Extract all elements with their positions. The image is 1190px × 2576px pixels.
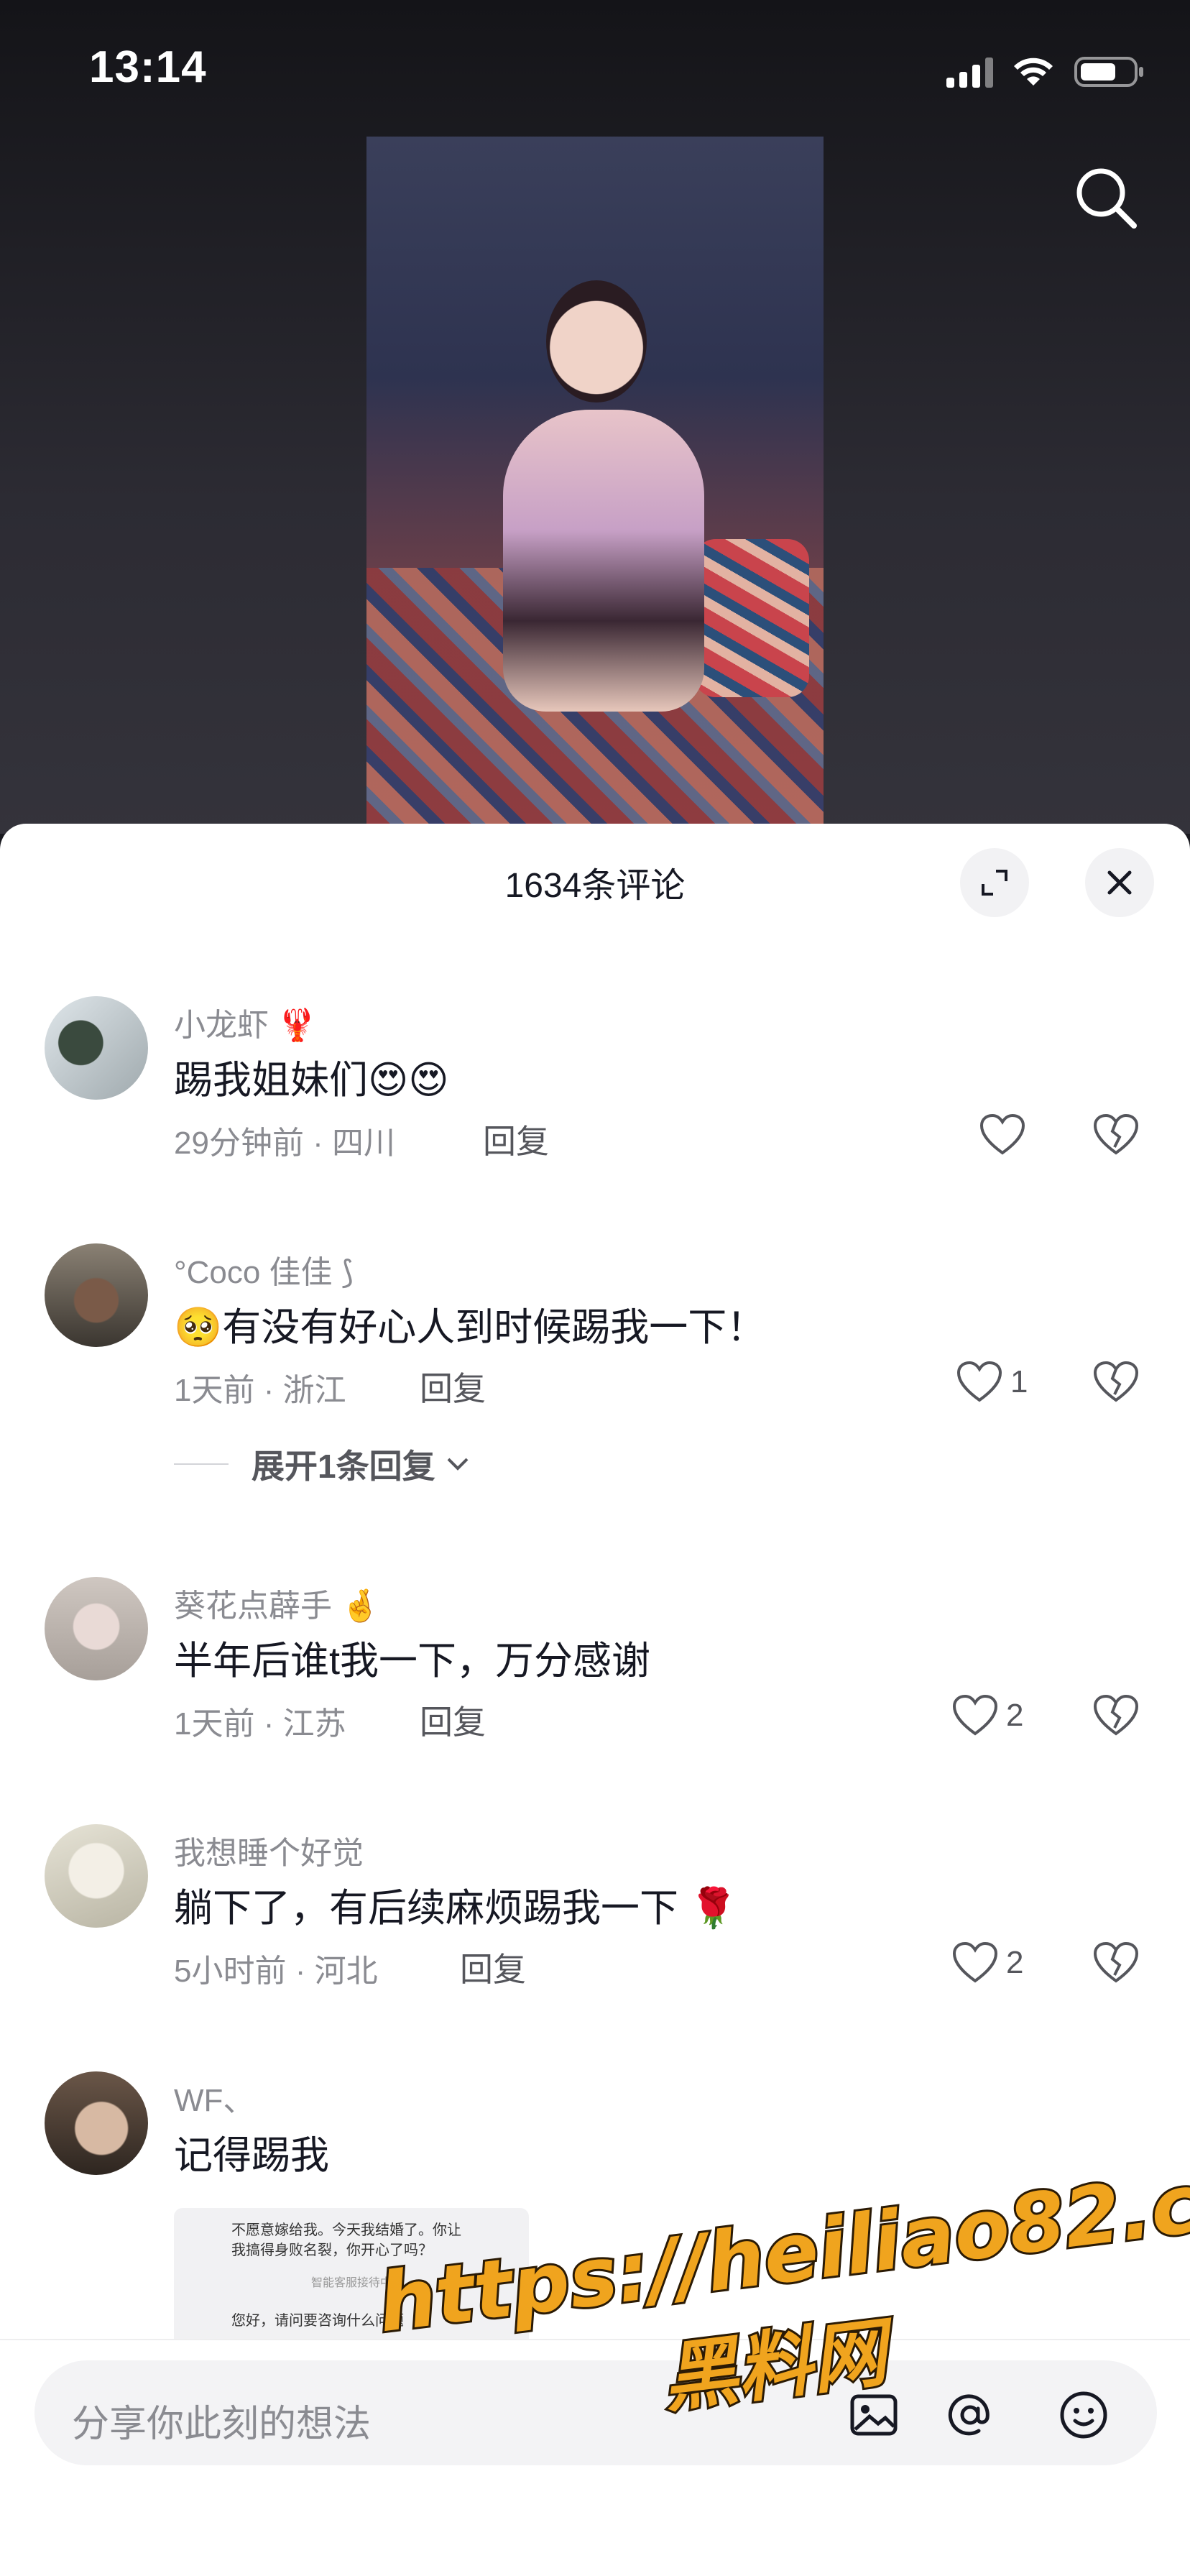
battery-icon [1074,55,1145,89]
person-head [546,280,647,402]
comment-text: 躺下了，有后续麻烦踢我一下 🌹 [174,1887,738,1930]
like-button[interactable] [979,1113,1026,1157]
pillow [694,539,809,697]
video-thumbnail[interactable] [366,137,824,827]
close-icon [1107,870,1132,895]
emoji-button[interactable] [1055,2386,1112,2444]
comment-author[interactable]: 葵花点薜手 🤞 [174,1580,380,1626]
comment-input-bar: 分享你此刻的想法 [0,2339,1190,2576]
status-bar: 13:14 [0,0,1190,144]
reply-button[interactable]: 回复 [420,1363,486,1410]
expand-button[interactable] [960,848,1029,917]
comment-text: 记得踢我 [174,2134,329,2177]
crossed-fingers-emoji-icon: 🤞 [341,1588,381,1624]
broken-heart-icon [1093,1113,1139,1155]
comment-meta: 1天前 · 江苏 [174,1706,346,1742]
attachment-text: 我搞得身败名裂，你开心了吗？ [231,2242,433,2258]
dislike-button[interactable] [1092,1941,1144,1992]
mention-button[interactable] [941,2386,999,2444]
rose-emoji-icon: 🌹 [689,1887,738,1930]
comments-header: 1634条评论 [0,824,1190,939]
status-icons [946,52,1145,92]
image-picker-button[interactable] [845,2386,903,2444]
comment-item: 我想睡个好觉 躺下了，有后续麻烦踢我一下 🌹 5小时前 · 河北 回复 2 [0,1824,1190,2054]
comment-item: 小龙虾 🦞 踢我姐妹们😍😍 29分钟前 · 四川 回复 [0,996,1190,1226]
expand-replies-button[interactable]: 展开1条回复 [174,1440,470,1488]
comment-author[interactable]: WF、 [174,2074,254,2120]
broken-heart-icon [1093,1694,1139,1736]
comment-meta: 1天前 · 浙江 [174,1373,346,1408]
reply-button[interactable]: 回复 [460,1944,526,1991]
search-button[interactable] [1071,162,1143,234]
attachment-text: 智能客服接待中 [310,2277,392,2289]
expand-icon [982,870,1007,896]
dislike-button[interactable] [1092,1693,1144,1745]
comment-meta: 5小时前 · 河北 [174,1954,378,1989]
like-count: 2 [1006,1945,1024,1980]
comment-meta: 29分钟前 · 四川 [174,1126,396,1161]
broken-heart-icon [1093,1941,1139,1983]
reply-button[interactable]: 回复 [483,1116,549,1163]
like-button[interactable]: 1 [956,1360,1028,1404]
broken-heart-icon [1093,1361,1139,1402]
at-sign-icon [948,2394,990,2436]
heart-outline-icon [952,1941,998,1983]
heart-outline-icon [956,1361,1002,1402]
heart-outline-icon [952,1694,998,1736]
status-time: 13:14 [89,42,207,92]
comment-text: 踢我姐妹们😍😍 [174,1059,449,1102]
comment-item: WF、 记得踢我 不愿意嫁给我。今天我结婚了。你让 我搞得身败名裂，你开心了吗？… [0,2071,1190,2339]
comment-input[interactable]: 分享你此刻的想法 [34,2360,1157,2465]
reply-button[interactable]: 回复 [420,1696,486,1744]
attachment-text: 您好，请问要咨询什么问题 [231,2313,404,2329]
dislike-button[interactable] [1092,1113,1144,1164]
comment-author[interactable]: °Coco 佳佳 ⟆ [174,1246,354,1292]
like-button[interactable]: 2 [951,1693,1023,1738]
comment-item: 葵花点薜手 🤞 半年后谁t我一下，万分感谢 1天前 · 江苏 回复 2 [0,1577,1190,1807]
divider [174,1463,229,1465]
comment-image-attachment[interactable]: 不愿意嫁给我。今天我结婚了。你让 我搞得身败名裂，你开心了吗？ 智能客服接待中 … [174,2208,529,2339]
smiley-icon [1060,2391,1107,2439]
comment-author[interactable]: 我想睡个好觉 [174,1827,364,1873]
close-button[interactable] [1085,848,1154,917]
avatar[interactable] [45,1243,148,1347]
image-icon [850,2394,898,2436]
chevron-down-icon [447,1458,469,1471]
like-count: 2 [1006,1698,1024,1733]
heart-outline-icon [979,1113,1025,1155]
comment-author[interactable]: 小龙虾 🦞 [174,999,317,1045]
lobster-emoji-icon: 🦞 [277,1008,318,1043]
comment-item: °Coco 佳佳 ⟆ 🥺有没有好心人到时候踢我一下！ 1天前 · 浙江 回复 1… [0,1243,1190,1531]
avatar[interactable] [45,2071,148,2175]
comment-input-placeholder: 分享你此刻的想法 [72,2404,372,2445]
like-count: 1 [1010,1364,1028,1399]
avatar[interactable] [45,1824,148,1928]
wifi-icon [1012,55,1055,88]
comment-text: 半年后谁t我一下，万分感谢 [174,1639,651,1683]
signal-icon [946,56,993,88]
expand-replies-label: 展开1条回复 [252,1448,435,1485]
attachment-text: 不愿意嫁给我。今天我结婚了。你让 [231,2222,461,2238]
like-button[interactable]: 2 [951,1941,1023,1985]
avatar[interactable] [45,996,148,1100]
pleading-emoji-icon: 🥺 [174,1306,223,1349]
person-figure [503,410,704,712]
comments-sheet: 1634条评论 小龙虾 🦞 踢我姐妹们😍😍 29分钟前 · 四川 回复 °Coc… [0,824,1190,2576]
comment-text: 🥺有没有好心人到时候踢我一下！ [174,1306,766,1349]
heart-eyes-emoji-icon: 😍😍 [368,1059,449,1102]
search-icon [1076,168,1137,229]
avatar[interactable] [45,1577,148,1680]
dislike-button[interactable] [1092,1360,1144,1412]
